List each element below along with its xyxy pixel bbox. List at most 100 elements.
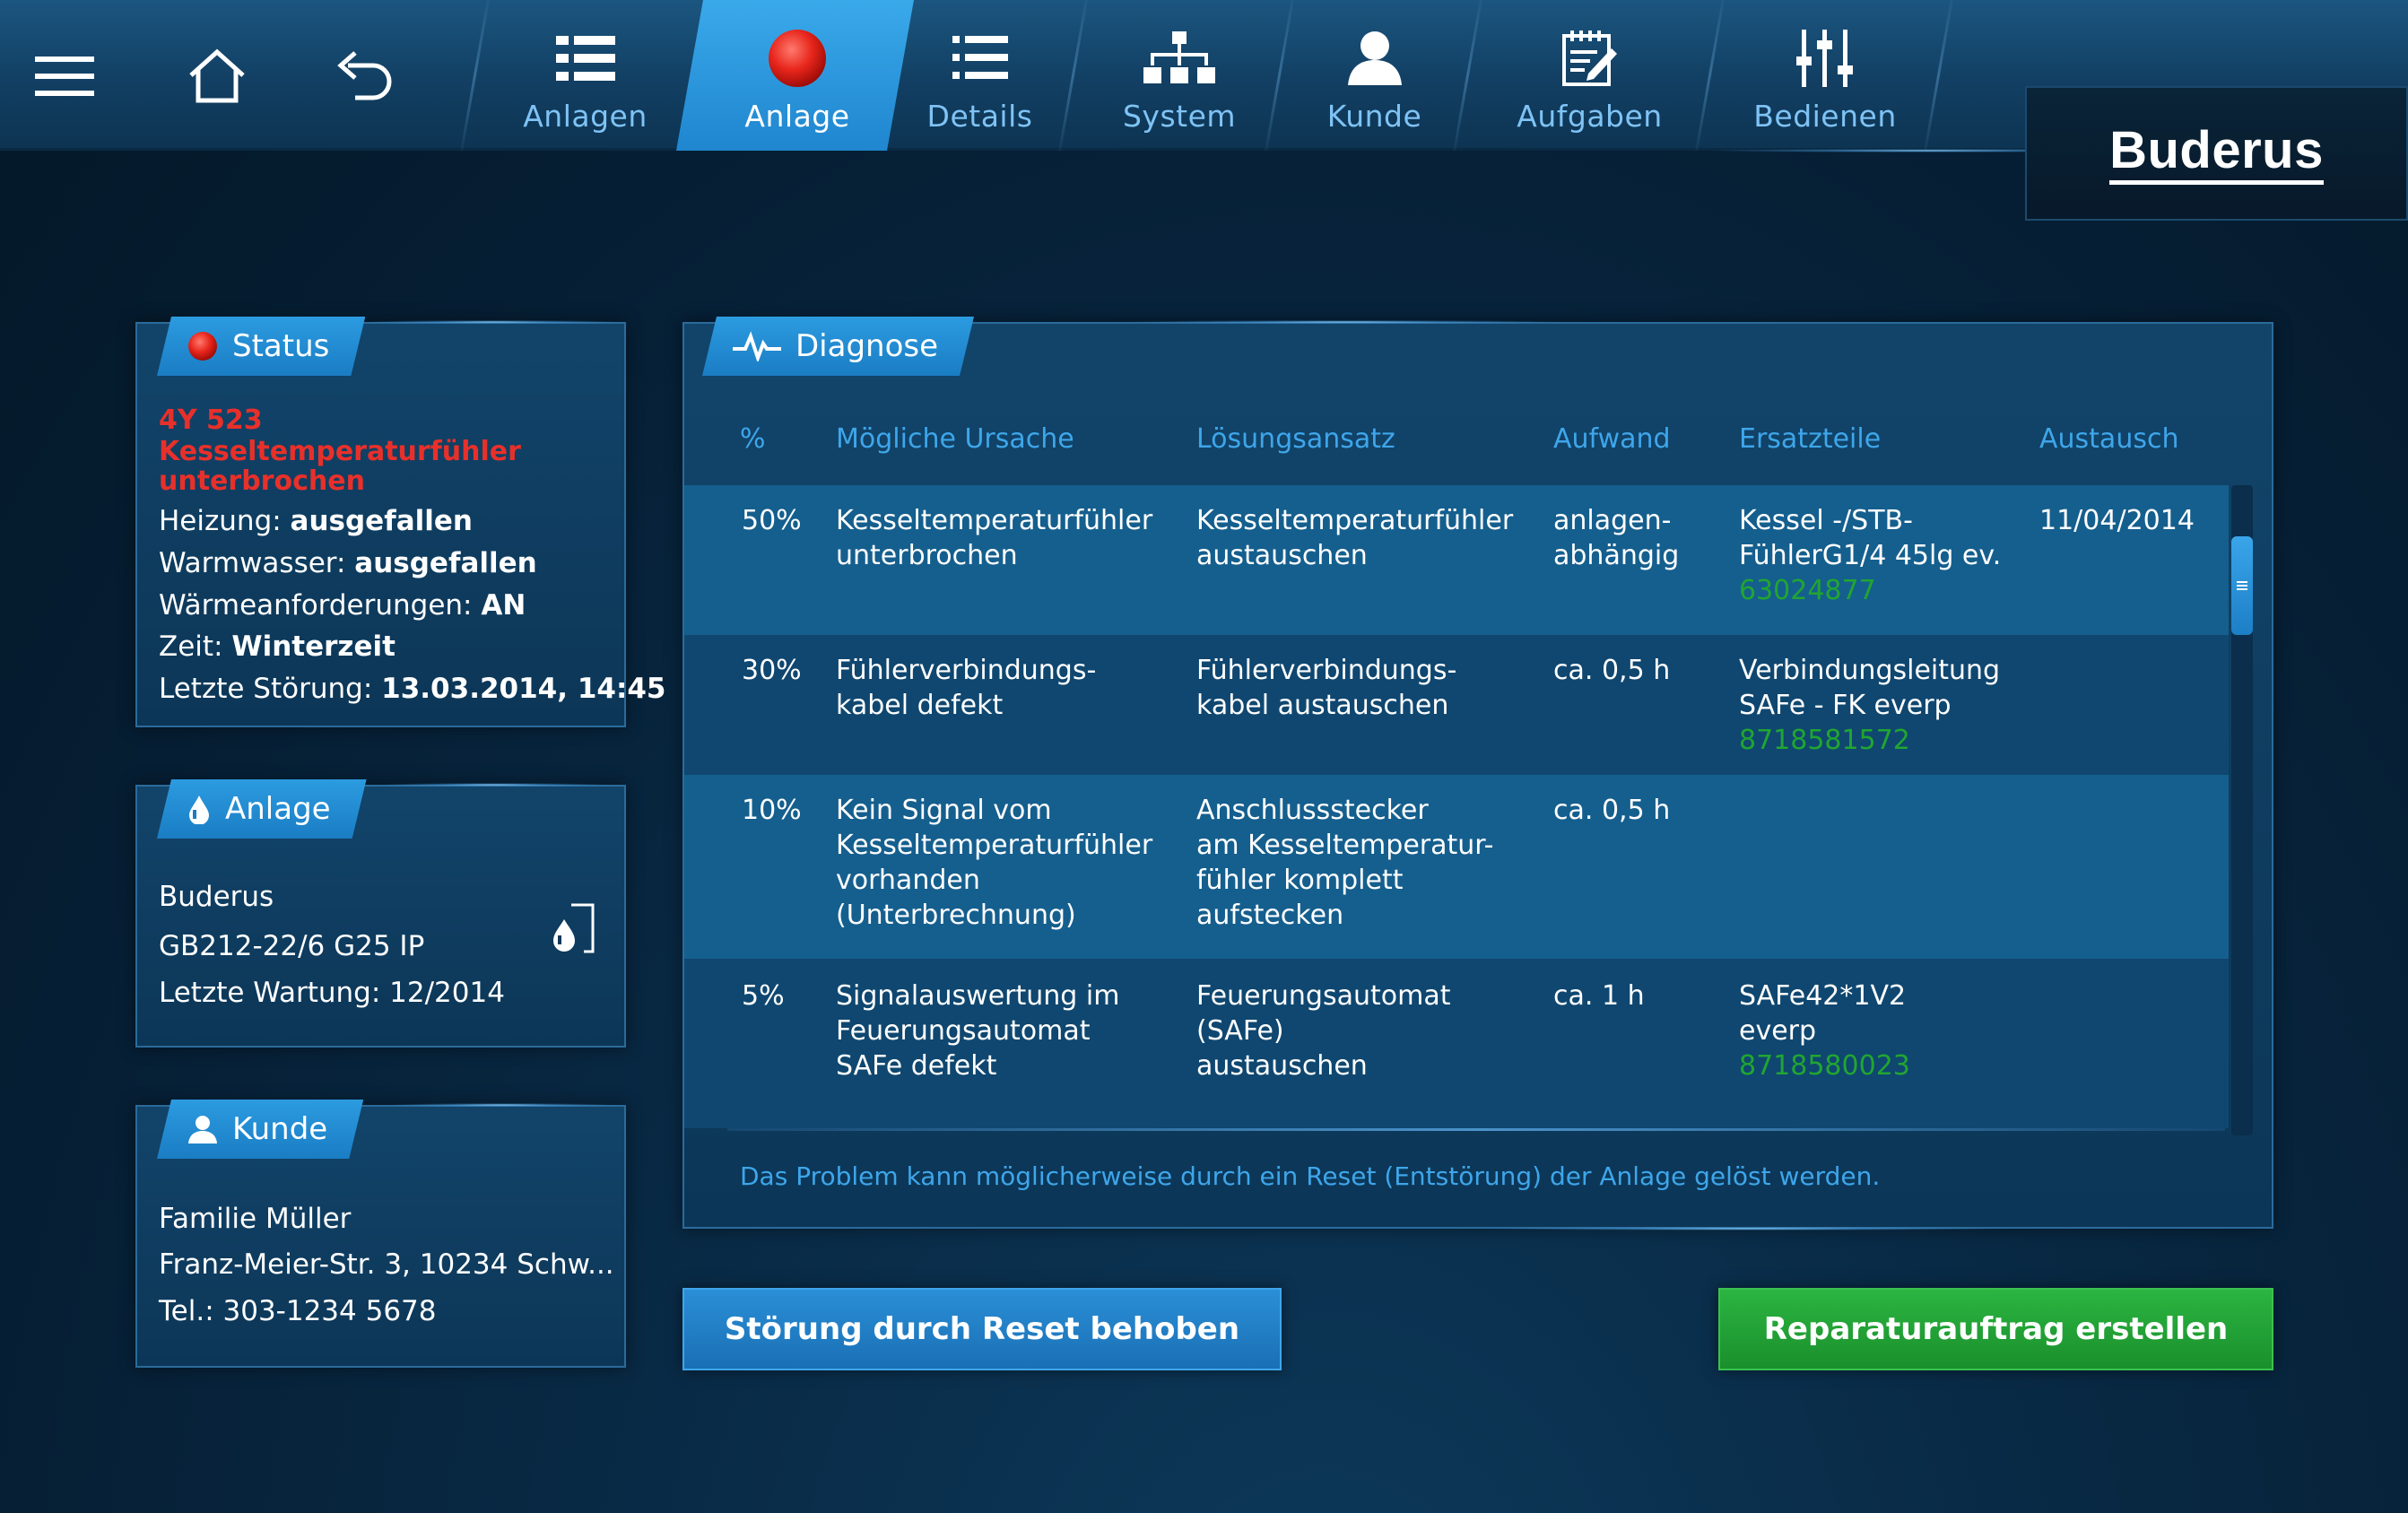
table-row[interactable]: 5% Signalauswertung im Feuerungsautomat SA… bbox=[684, 959, 2229, 1128]
tab-details[interactable]: Details bbox=[897, 0, 1063, 151]
row-loesung: Fühlerverbindungs-kabel austauschen bbox=[1196, 655, 1457, 721]
kunde-name: Familie Müller bbox=[159, 1203, 352, 1235]
header-aufwand: Aufwand bbox=[1553, 423, 1671, 455]
anlage-title: Anlage bbox=[225, 791, 331, 827]
tab-label: Details bbox=[926, 99, 1033, 134]
header-percent: % bbox=[740, 423, 766, 455]
row-loesung: Feuerungsautomat (SAFe) austauschen bbox=[1196, 980, 1451, 1082]
anlage-panel-tab: Anlage bbox=[157, 779, 367, 839]
table-row[interactable]: 30% Fühlerverbindungs-kabel defekt Fühle… bbox=[684, 635, 2229, 775]
header-austausch: Austausch bbox=[2039, 423, 2179, 455]
heizung-status: Heizung: ausgefallen bbox=[159, 505, 473, 537]
row-austausch: 11/04/2014 bbox=[2039, 505, 2195, 536]
zeit-status: Zeit: Winterzeit bbox=[159, 630, 396, 663]
tab-label: Anlage bbox=[744, 99, 850, 134]
pulse-icon bbox=[733, 331, 781, 361]
row-ursache: Signalauswertung im Feuerungsautomat SAFe … bbox=[836, 980, 1120, 1082]
row-ursache: Kesseltemperaturfühler unterbrochen bbox=[836, 505, 1153, 571]
error-text: Kesseltemperaturfühler bbox=[159, 436, 521, 467]
tab-label: Bedienen bbox=[1753, 99, 1897, 134]
task-edit-icon bbox=[1561, 27, 1619, 90]
buderus-logo: Buderus bbox=[2025, 86, 2408, 221]
table-divider bbox=[727, 1128, 2225, 1131]
row-loesung: Kesseltemperaturfühler austauschen bbox=[1196, 505, 1514, 571]
scrollbar-thumb[interactable] bbox=[2231, 536, 2253, 635]
anlage-maker: Buderus bbox=[159, 881, 274, 913]
tab-system[interactable]: System bbox=[1090, 0, 1269, 151]
kunde-panel[interactable]: Kunde Familie Müller Franz-Meier-Str. 3,… bbox=[135, 1105, 626, 1368]
row-ursache: Fühlerverbindungs-kabel defekt bbox=[836, 655, 1097, 721]
tab-label: Aufgaben bbox=[1517, 99, 1663, 134]
row-aufwand: anlagen-abhängig bbox=[1553, 505, 1680, 571]
error-text-2: unterbrochen bbox=[159, 465, 365, 497]
table-row[interactable]: 50% Kesseltemperaturfühler unterbrochen K… bbox=[684, 485, 2229, 635]
diagnose-hint: Das Problem kann möglicherweise durch ei… bbox=[740, 1161, 1881, 1191]
home-icon[interactable] bbox=[177, 36, 257, 117]
decorative-glow bbox=[377, 783, 610, 787]
tab-aufgaben[interactable]: Aufgaben bbox=[1480, 0, 1700, 151]
anlage-panel[interactable]: Anlage Buderus GB212-22/6 G25 IP Letzte … bbox=[135, 785, 626, 1048]
header-ersatzteile: Ersatzteile bbox=[1739, 423, 1882, 455]
status-panel: Status 4Y 523 Kesseltemperaturfühler unt… bbox=[135, 322, 666, 727]
brand-text: Buderus bbox=[2109, 122, 2324, 185]
tab-label: Kunde bbox=[1326, 99, 1422, 134]
anlage-model: GB212-22/6 G25 IP bbox=[159, 930, 425, 962]
grip-icon bbox=[2237, 581, 2247, 590]
row-percent: 30% bbox=[742, 655, 802, 686]
row-aufwand: ca. 0,5 h bbox=[1553, 655, 1671, 686]
tab-kunde[interactable]: Kunde bbox=[1291, 0, 1457, 151]
droplet-icon bbox=[187, 794, 211, 824]
anlage-wartung: Letzte Wartung: 12/2014 bbox=[159, 977, 505, 1009]
header-loesung: Lösungsansatz bbox=[1196, 423, 1395, 455]
row-loesung: Anschlussstecker am Kesseltemperatur-fühl… bbox=[1196, 795, 1494, 931]
tab-bedienen[interactable]: Bedienen bbox=[1722, 0, 1928, 151]
status-panel-tab: Status bbox=[157, 317, 365, 376]
row-percent: 5% bbox=[742, 980, 785, 1012]
row-aufwand: ca. 0,5 h bbox=[1553, 795, 1671, 826]
kunde-title: Kunde bbox=[232, 1111, 328, 1147]
row-ersatzteile: SAFe42*1V2 everp 8718580023 bbox=[1739, 980, 1910, 1082]
row-percent: 10% bbox=[742, 795, 802, 826]
row-ersatzteile: Verbindungsleitung SAFe - FK everp 8718581… bbox=[1739, 655, 2001, 756]
decorative-glow bbox=[359, 320, 628, 324]
menu-icon[interactable] bbox=[24, 36, 105, 117]
part-number: 8718580023 bbox=[1739, 1050, 1910, 1082]
list-icon bbox=[952, 27, 1008, 90]
hierarchy-icon bbox=[1143, 27, 1215, 90]
error-code: 4Y 523 bbox=[159, 404, 263, 436]
person-icon bbox=[187, 1114, 218, 1144]
tab-label: System bbox=[1122, 99, 1237, 134]
warmwasser-status: Warmwasser: ausgefallen bbox=[159, 547, 537, 579]
kunde-phone: Tel.: 303-1234 5678 bbox=[159, 1295, 437, 1327]
decorative-glow bbox=[1121, 320, 1569, 324]
letzte-stoerung: Letzte Störung: 13.03.2014, 14:45 bbox=[159, 673, 666, 705]
waermeanforderung-status: Wärmeanforderungen: AN bbox=[159, 589, 526, 622]
boiler-device-icon bbox=[552, 901, 598, 962]
tab-anlage[interactable]: Anlage bbox=[676, 0, 914, 151]
back-icon[interactable] bbox=[323, 36, 404, 117]
status-title: Status bbox=[232, 328, 330, 364]
row-aufwand: ca. 1 h bbox=[1553, 980, 1645, 1012]
tab-label: Anlagen bbox=[523, 99, 648, 134]
grid-icon bbox=[555, 27, 615, 90]
person-icon bbox=[1346, 27, 1404, 90]
decorative-glow bbox=[386, 1103, 619, 1107]
part-number: 8718581572 bbox=[1739, 725, 1910, 756]
diagnose-panel-tab: Diagnose bbox=[702, 317, 974, 376]
reset-resolved-button[interactable]: Störung durch Reset behoben bbox=[682, 1288, 1282, 1370]
row-ersatzteile: Kessel -/STB- FühlerG1/4 45lg ev. 63024877 bbox=[1739, 505, 2002, 606]
table-row[interactable]: 10% Kein Signal vom Kesseltemperaturfühle… bbox=[684, 775, 2229, 959]
row-percent: 50% bbox=[742, 505, 802, 536]
red-dot-icon bbox=[187, 331, 218, 361]
decorative-glow bbox=[1480, 1227, 2018, 1230]
row-ursache: Kein Signal vom Kesseltemperaturfühler vor… bbox=[836, 795, 1153, 931]
part-number: 63024877 bbox=[1739, 575, 1876, 606]
sliders-icon bbox=[1796, 27, 1854, 90]
kunde-address: Franz-Meier-Str. 3, 10234 Schw... bbox=[159, 1248, 614, 1281]
header-ursache: Mögliche Ursache bbox=[836, 423, 1074, 455]
create-repair-order-button[interactable]: Reparaturauftrag erstellen bbox=[1718, 1288, 2273, 1370]
kunde-panel-tab: Kunde bbox=[157, 1100, 363, 1159]
diagnose-title: Diagnose bbox=[795, 328, 939, 364]
tab-anlagen[interactable]: Anlagen bbox=[484, 0, 686, 151]
red-dot-icon bbox=[766, 27, 829, 90]
